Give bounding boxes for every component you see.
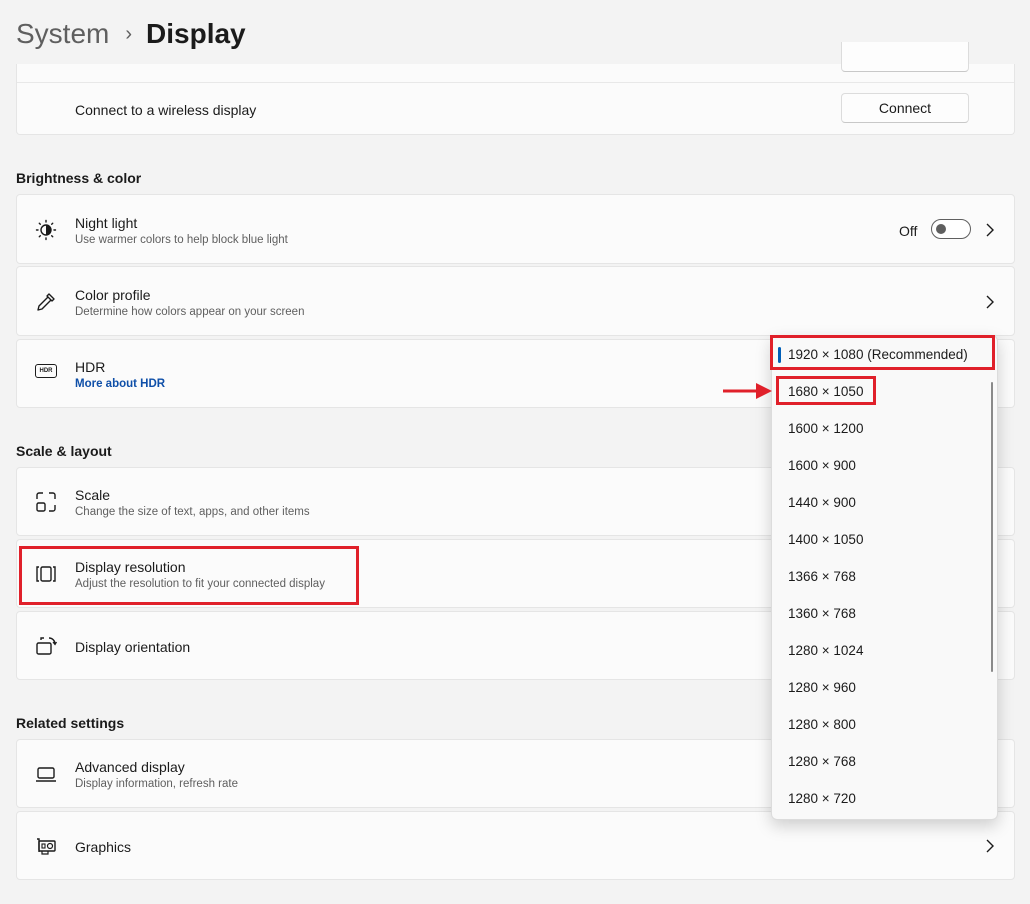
breadcrumb: System › Display (16, 14, 246, 54)
resolution-option[interactable]: 1280 × 960 (788, 680, 856, 695)
wireless-display-label: Connect to a wireless display (75, 102, 257, 118)
color-profile-subtitle: Determine how colors appear on your scre… (75, 306, 305, 318)
resolution-option[interactable]: 1366 × 768 (788, 569, 856, 584)
page-title: Display (146, 18, 246, 49)
night-light-title: Night light (75, 215, 138, 231)
resolution-option[interactable]: 1280 × 768 (788, 754, 856, 769)
resolution-option[interactable]: 1600 × 900 (788, 458, 856, 473)
eyedropper-icon (37, 293, 55, 311)
arrow-right-icon (723, 383, 772, 399)
more-about-hdr-link[interactable]: More about HDR (75, 378, 165, 390)
advanced-display-title: Advanced display (75, 759, 185, 775)
dropdown-scrollbar[interactable] (991, 382, 993, 672)
toggle-knob (936, 224, 946, 234)
partial-button[interactable] (841, 42, 969, 72)
section-scale-layout: Scale & layout (16, 443, 112, 459)
resolution-option[interactable]: 1280 × 720 (788, 791, 856, 806)
section-brightness-color: Brightness & color (16, 170, 142, 186)
graphics-card-icon (37, 838, 56, 855)
night-light-row[interactable]: Night light Use warmer colors to help bl… (16, 194, 1015, 264)
color-profile-row[interactable]: Color profile Determine how colors appea… (16, 266, 1015, 336)
chevron-right-icon: › (125, 22, 133, 45)
scale-title: Scale (75, 487, 111, 503)
resolution-option[interactable]: 1280 × 1024 (788, 643, 863, 658)
night-light-state: Off (899, 223, 918, 239)
night-light-toggle[interactable] (931, 219, 971, 239)
hdr-title: HDR (75, 359, 106, 375)
scale-icon (36, 492, 56, 512)
graphics-row[interactable]: Graphics (16, 811, 1015, 880)
card-multiple-displays-partial: Connect to a wireless display Connect (16, 42, 1015, 135)
resolution-option[interactable]: 1360 × 768 (788, 606, 856, 621)
color-profile-title: Color profile (75, 287, 151, 303)
breadcrumb-system[interactable]: System (16, 18, 109, 50)
resolution-option[interactable]: 1680 × 1050 (788, 384, 863, 399)
resolution-option[interactable]: 1600 × 1200 (788, 421, 863, 436)
chevron-right-icon[interactable] (984, 295, 996, 309)
option-selected-indicator (778, 347, 781, 363)
night-light-icon (35, 219, 57, 241)
resolution-option[interactable]: 1440 × 900 (788, 495, 856, 510)
hdr-icon-text: HDR (39, 368, 53, 374)
display-resolution-title: Display resolution (75, 559, 186, 575)
section-related-settings: Related settings (16, 715, 125, 731)
display-orientation-title: Display orientation (75, 639, 191, 655)
orientation-icon (36, 637, 57, 655)
resolution-option[interactable]: 1280 × 800 (788, 717, 856, 732)
resolution-icon (36, 566, 56, 582)
chevron-right-icon[interactable] (984, 839, 996, 853)
display-resolution-subtitle: Adjust the resolution to fit your connec… (75, 578, 325, 590)
laptop-icon (36, 767, 56, 782)
graphics-title: Graphics (75, 839, 132, 855)
night-light-subtitle: Use warmer colors to help block blue lig… (75, 234, 288, 246)
resolution-dropdown[interactable]: 1920 × 1080 (Recommended) 1680 × 1050 16… (771, 335, 998, 820)
chevron-right-icon[interactable] (984, 223, 996, 237)
connect-button[interactable]: Connect (841, 93, 969, 123)
resolution-option[interactable]: 1920 × 1080 (Recommended) (788, 347, 968, 362)
scale-subtitle: Change the size of text, apps, and other… (75, 506, 310, 518)
hdr-icon: HDR (35, 364, 57, 378)
divider (17, 82, 1014, 83)
resolution-option[interactable]: 1400 × 1050 (788, 532, 863, 547)
advanced-display-subtitle: Display information, refresh rate (75, 778, 238, 790)
